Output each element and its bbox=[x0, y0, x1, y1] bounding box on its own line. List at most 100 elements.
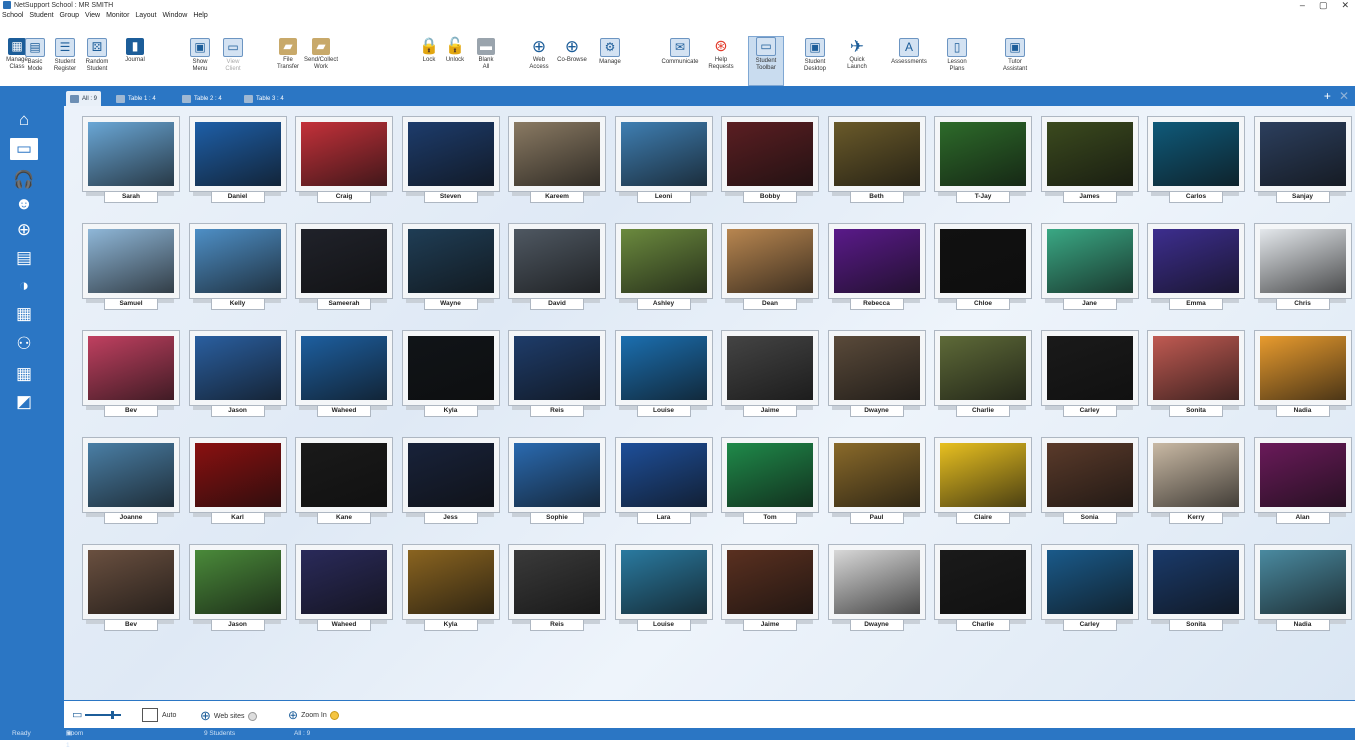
whiteboard-icon[interactable]: ◩ bbox=[14, 392, 34, 412]
basic-mode-button[interactable]: ▤ Basic Mode bbox=[18, 38, 52, 73]
student-thumbnail[interactable]: Tom bbox=[721, 437, 819, 533]
tab-table-2[interactable]: Table 2 : 4 bbox=[178, 91, 226, 106]
manage-button[interactable]: ⚙ Manage bbox=[593, 38, 627, 66]
student-thumbnail[interactable]: Sonita bbox=[1147, 330, 1245, 426]
student-thumbnail[interactable]: Jason bbox=[188, 330, 287, 426]
pie-icon[interactable]: ◑ bbox=[14, 276, 34, 296]
student-thumbnail[interactable]: Wayne bbox=[401, 223, 500, 319]
student-thumbnail[interactable]: Jess bbox=[401, 437, 500, 533]
web-access-button[interactable]: ⊕ Web Access bbox=[522, 38, 556, 71]
student-thumbnail[interactable]: Bobby bbox=[721, 116, 819, 212]
student-thumbnail[interactable]: Emma bbox=[1147, 223, 1245, 319]
printer-icon[interactable]: ▦ bbox=[14, 304, 34, 324]
zoom-in-button[interactable]: ⊕ Zoom In bbox=[288, 708, 339, 722]
menu-layout[interactable]: Layout bbox=[135, 10, 156, 21]
student-thumbnail[interactable]: Waheed bbox=[295, 544, 393, 640]
student-thumbnail[interactable]: Charlie bbox=[934, 330, 1032, 426]
file-transfer-button[interactable]: ▰ File Transfer bbox=[271, 38, 305, 71]
tab-all[interactable]: All : 9 bbox=[66, 91, 102, 106]
add-tab-button[interactable]: + bbox=[1324, 89, 1331, 103]
restore-button[interactable]: ▢ bbox=[1319, 0, 1328, 10]
menu-monitor[interactable]: Monitor bbox=[106, 10, 129, 21]
show-menu-button[interactable]: ▣ Show Menu bbox=[183, 38, 217, 73]
window-icon[interactable]: ▤ bbox=[14, 248, 34, 268]
student-thumbnail[interactable]: Carley bbox=[1040, 330, 1139, 426]
student-thumbnail[interactable]: Jaime bbox=[721, 544, 819, 640]
assessments-button[interactable]: A Assessments bbox=[891, 38, 927, 66]
student-thumbnail[interactable]: Carlos bbox=[1147, 116, 1245, 212]
communicate-button[interactable]: ✉ Communicate bbox=[662, 38, 699, 66]
student-thumbnail[interactable]: Waheed bbox=[295, 330, 393, 426]
student-thumbnail[interactable]: Sanjay bbox=[1253, 116, 1352, 212]
student-thumbnail[interactable]: T-Jay bbox=[934, 116, 1032, 212]
student-thumbnail[interactable]: Nadia bbox=[1253, 330, 1352, 426]
student-thumbnail[interactable]: Kane bbox=[295, 437, 393, 533]
student-thumbnail[interactable]: Sameerah bbox=[295, 223, 393, 319]
journal-button[interactable]: ▮ Journal bbox=[118, 38, 152, 64]
student-thumbnail[interactable]: Nadia bbox=[1253, 544, 1352, 640]
help-requests-button[interactable]: ⊛ Help Requests bbox=[704, 38, 738, 71]
random-student-button[interactable]: ⚄ Random Student bbox=[80, 38, 114, 73]
close-button[interactable]: ✕ bbox=[1341, 0, 1349, 10]
student-thumbnail[interactable]: Kerry bbox=[1147, 437, 1245, 533]
head-profile-icon[interactable]: ☻ bbox=[14, 194, 34, 214]
web-sites-toggle-icon[interactable] bbox=[247, 711, 257, 721]
student-desktop-button[interactable]: ▣ Student Desktop bbox=[798, 38, 832, 73]
student-thumbnail[interactable]: Dean bbox=[721, 223, 819, 319]
auto-fit-button[interactable]: Auto bbox=[142, 708, 176, 722]
student-thumbnail[interactable]: Dwayne bbox=[827, 330, 926, 426]
menu-window[interactable]: Window bbox=[162, 10, 187, 21]
unlock-button[interactable]: 🔓 Unlock bbox=[438, 38, 472, 64]
student-thumbnail[interactable]: Jason bbox=[188, 544, 287, 640]
student-thumbnail[interactable]: Sarah bbox=[82, 116, 180, 212]
student-thumbnail[interactable]: Bev bbox=[82, 330, 180, 426]
student-thumbnail[interactable]: Sonia bbox=[1040, 437, 1139, 533]
group-icon[interactable]: ⚇ bbox=[14, 334, 34, 354]
menu-student[interactable]: Student bbox=[29, 10, 53, 21]
globe-icon[interactable]: ⊕ bbox=[14, 220, 34, 240]
student-register-button[interactable]: ☰ Student Register bbox=[48, 38, 82, 73]
tab-table-1[interactable]: Table 1 : 4 bbox=[112, 91, 160, 106]
slider-thumb[interactable] bbox=[111, 710, 115, 719]
student-thumbnail[interactable]: Reis bbox=[508, 330, 606, 426]
student-thumbnail[interactable]: Charlie bbox=[934, 544, 1032, 640]
web-sites-button[interactable]: ⊕ Web sites bbox=[200, 708, 257, 724]
student-thumbnail[interactable]: Paul bbox=[827, 437, 926, 533]
headset-icon[interactable]: 🎧 bbox=[13, 170, 34, 190]
student-thumbnail[interactable]: Rebecca bbox=[827, 223, 926, 319]
tab-table-3[interactable]: Table 3 : 4 bbox=[240, 91, 288, 106]
send-collect-work-button[interactable]: ▰ Send/Collect Work bbox=[304, 38, 338, 71]
minimize-button[interactable]: – bbox=[1300, 0, 1305, 10]
student-thumbnail[interactable]: Steven bbox=[401, 116, 500, 212]
student-thumbnail[interactable]: Carley bbox=[1040, 544, 1139, 640]
student-thumbnail[interactable]: Sonita bbox=[1147, 544, 1245, 640]
student-thumbnail[interactable]: Leoni bbox=[614, 116, 713, 212]
student-thumbnail[interactable]: Joanne bbox=[82, 437, 180, 533]
slider-track[interactable] bbox=[85, 710, 122, 719]
menu-group[interactable]: Group bbox=[60, 10, 79, 21]
student-thumbnail[interactable]: Kyla bbox=[401, 330, 500, 426]
student-toolbar-button[interactable]: ▭ Student Toolbar bbox=[748, 36, 784, 86]
student-thumbnail[interactable]: Chloe bbox=[934, 223, 1032, 319]
student-thumbnail[interactable]: David bbox=[508, 223, 606, 319]
blank-all-button[interactable]: ▬ Blank All bbox=[469, 38, 503, 71]
student-thumbnail[interactable]: Kyla bbox=[401, 544, 500, 640]
student-thumbnail[interactable]: Chris bbox=[1253, 223, 1352, 319]
student-thumbnail[interactable]: Beth bbox=[827, 116, 926, 212]
student-thumbnail[interactable]: Louise bbox=[614, 330, 713, 426]
zoom-toggle-icon[interactable] bbox=[329, 710, 339, 720]
student-thumbnail[interactable]: James bbox=[1040, 116, 1139, 212]
menu-help[interactable]: Help bbox=[193, 10, 207, 21]
student-thumbnail[interactable]: Jaime bbox=[721, 330, 819, 426]
student-thumbnail[interactable]: Sophie bbox=[508, 437, 606, 533]
student-thumbnail[interactable]: Kareem bbox=[508, 116, 606, 212]
student-thumbnail[interactable]: Samuel bbox=[82, 223, 180, 319]
student-thumbnail[interactable]: Louise bbox=[614, 544, 713, 640]
monitor-icon[interactable]: ▭ bbox=[10, 138, 38, 160]
lesson-plans-button[interactable]: ▯ Lesson Plans bbox=[940, 38, 974, 73]
grid-icon[interactable]: ▦ bbox=[14, 364, 34, 384]
student-thumbnail[interactable]: Karl bbox=[188, 437, 287, 533]
student-thumbnail[interactable]: Reis bbox=[508, 544, 606, 640]
thumbnail-size-slider[interactable]: ▭ bbox=[72, 708, 124, 721]
student-thumbnail[interactable]: Lara bbox=[614, 437, 713, 533]
